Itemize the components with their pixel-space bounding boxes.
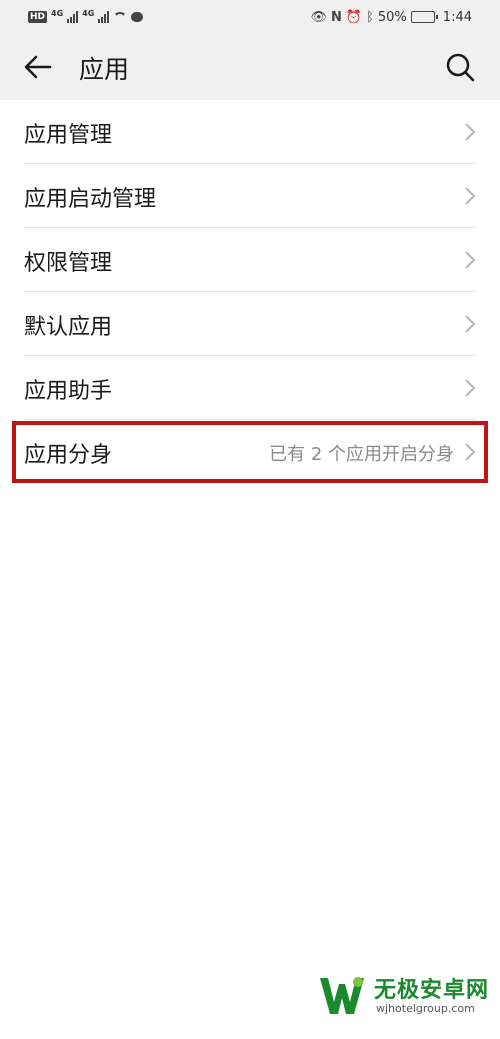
list-item-app-management[interactable]: 应用管理 bbox=[0, 100, 500, 164]
battery-percent: 50% bbox=[377, 9, 407, 25]
search-icon bbox=[446, 53, 475, 82]
watermark-logo-icon bbox=[320, 977, 364, 1014]
chevron-right-icon bbox=[465, 187, 476, 205]
list-item-summary: 已有 2 个应用开启分身 bbox=[269, 444, 454, 465]
list-item-app-assistant[interactable]: 应用助手 bbox=[0, 356, 500, 420]
alarm-icon: ⏰ bbox=[345, 9, 363, 25]
settings-list: 应用管理 应用启动管理 权限管理 默认应用 应用助手 应用分身 已有 2 个应用… bbox=[0, 100, 500, 484]
list-item-app-launch-management[interactable]: 应用启动管理 bbox=[0, 164, 500, 228]
hd-badge: HD bbox=[28, 11, 48, 23]
bluetooth-icon: ᛒ bbox=[366, 9, 374, 25]
clock: 1:44 bbox=[442, 9, 472, 25]
list-item-label: 默认应用 bbox=[24, 315, 113, 340]
nfc-icon: N bbox=[331, 9, 342, 25]
app-bar: 应用 bbox=[0, 34, 500, 100]
signal-icon bbox=[98, 11, 110, 23]
status-bar: HD 4G 4G 👁 N ⏰ ᛒ 50% 1:44 bbox=[0, 0, 500, 34]
chevron-right-icon bbox=[465, 443, 476, 461]
page-title: 应用 bbox=[79, 55, 130, 84]
list-item-label: 权限管理 bbox=[24, 251, 113, 276]
watermark: 无极安卓网 wjhotelgroup.com bbox=[318, 968, 494, 1028]
watermark-name: 无极安卓网 bbox=[374, 978, 490, 1003]
arrow-left-icon bbox=[24, 55, 52, 79]
list-item-app-twin[interactable]: 应用分身 已有 2 个应用开启分身 bbox=[0, 420, 500, 484]
eye-icon: 👁 bbox=[310, 9, 327, 25]
list-item-label: 应用启动管理 bbox=[24, 187, 157, 212]
message-icon bbox=[131, 12, 144, 22]
list-item-permission-management[interactable]: 权限管理 bbox=[0, 228, 500, 292]
list-item-label: 应用管理 bbox=[24, 123, 113, 148]
status-bar-left: HD 4G 4G bbox=[28, 8, 144, 23]
back-button[interactable] bbox=[22, 52, 54, 82]
chevron-right-icon bbox=[465, 251, 476, 269]
signal-icon bbox=[67, 11, 79, 23]
list-item-default-apps[interactable]: 默认应用 bbox=[0, 292, 500, 356]
search-button[interactable] bbox=[444, 51, 476, 83]
network-type-2: 4G bbox=[82, 8, 95, 18]
list-item-label: 应用分身 bbox=[24, 443, 113, 468]
chevron-right-icon bbox=[465, 123, 476, 141]
chevron-right-icon bbox=[465, 379, 476, 397]
watermark-url: wjhotelgroup.com bbox=[376, 1002, 475, 1015]
list-item-label: 应用助手 bbox=[24, 379, 113, 404]
status-bar-right: 👁 N ⏰ ᛒ 50% 1:44 bbox=[310, 10, 472, 25]
chevron-right-icon bbox=[465, 315, 476, 333]
battery-icon bbox=[410, 11, 438, 23]
wifi-icon bbox=[113, 12, 128, 22]
network-type-1: 4G bbox=[51, 8, 64, 18]
